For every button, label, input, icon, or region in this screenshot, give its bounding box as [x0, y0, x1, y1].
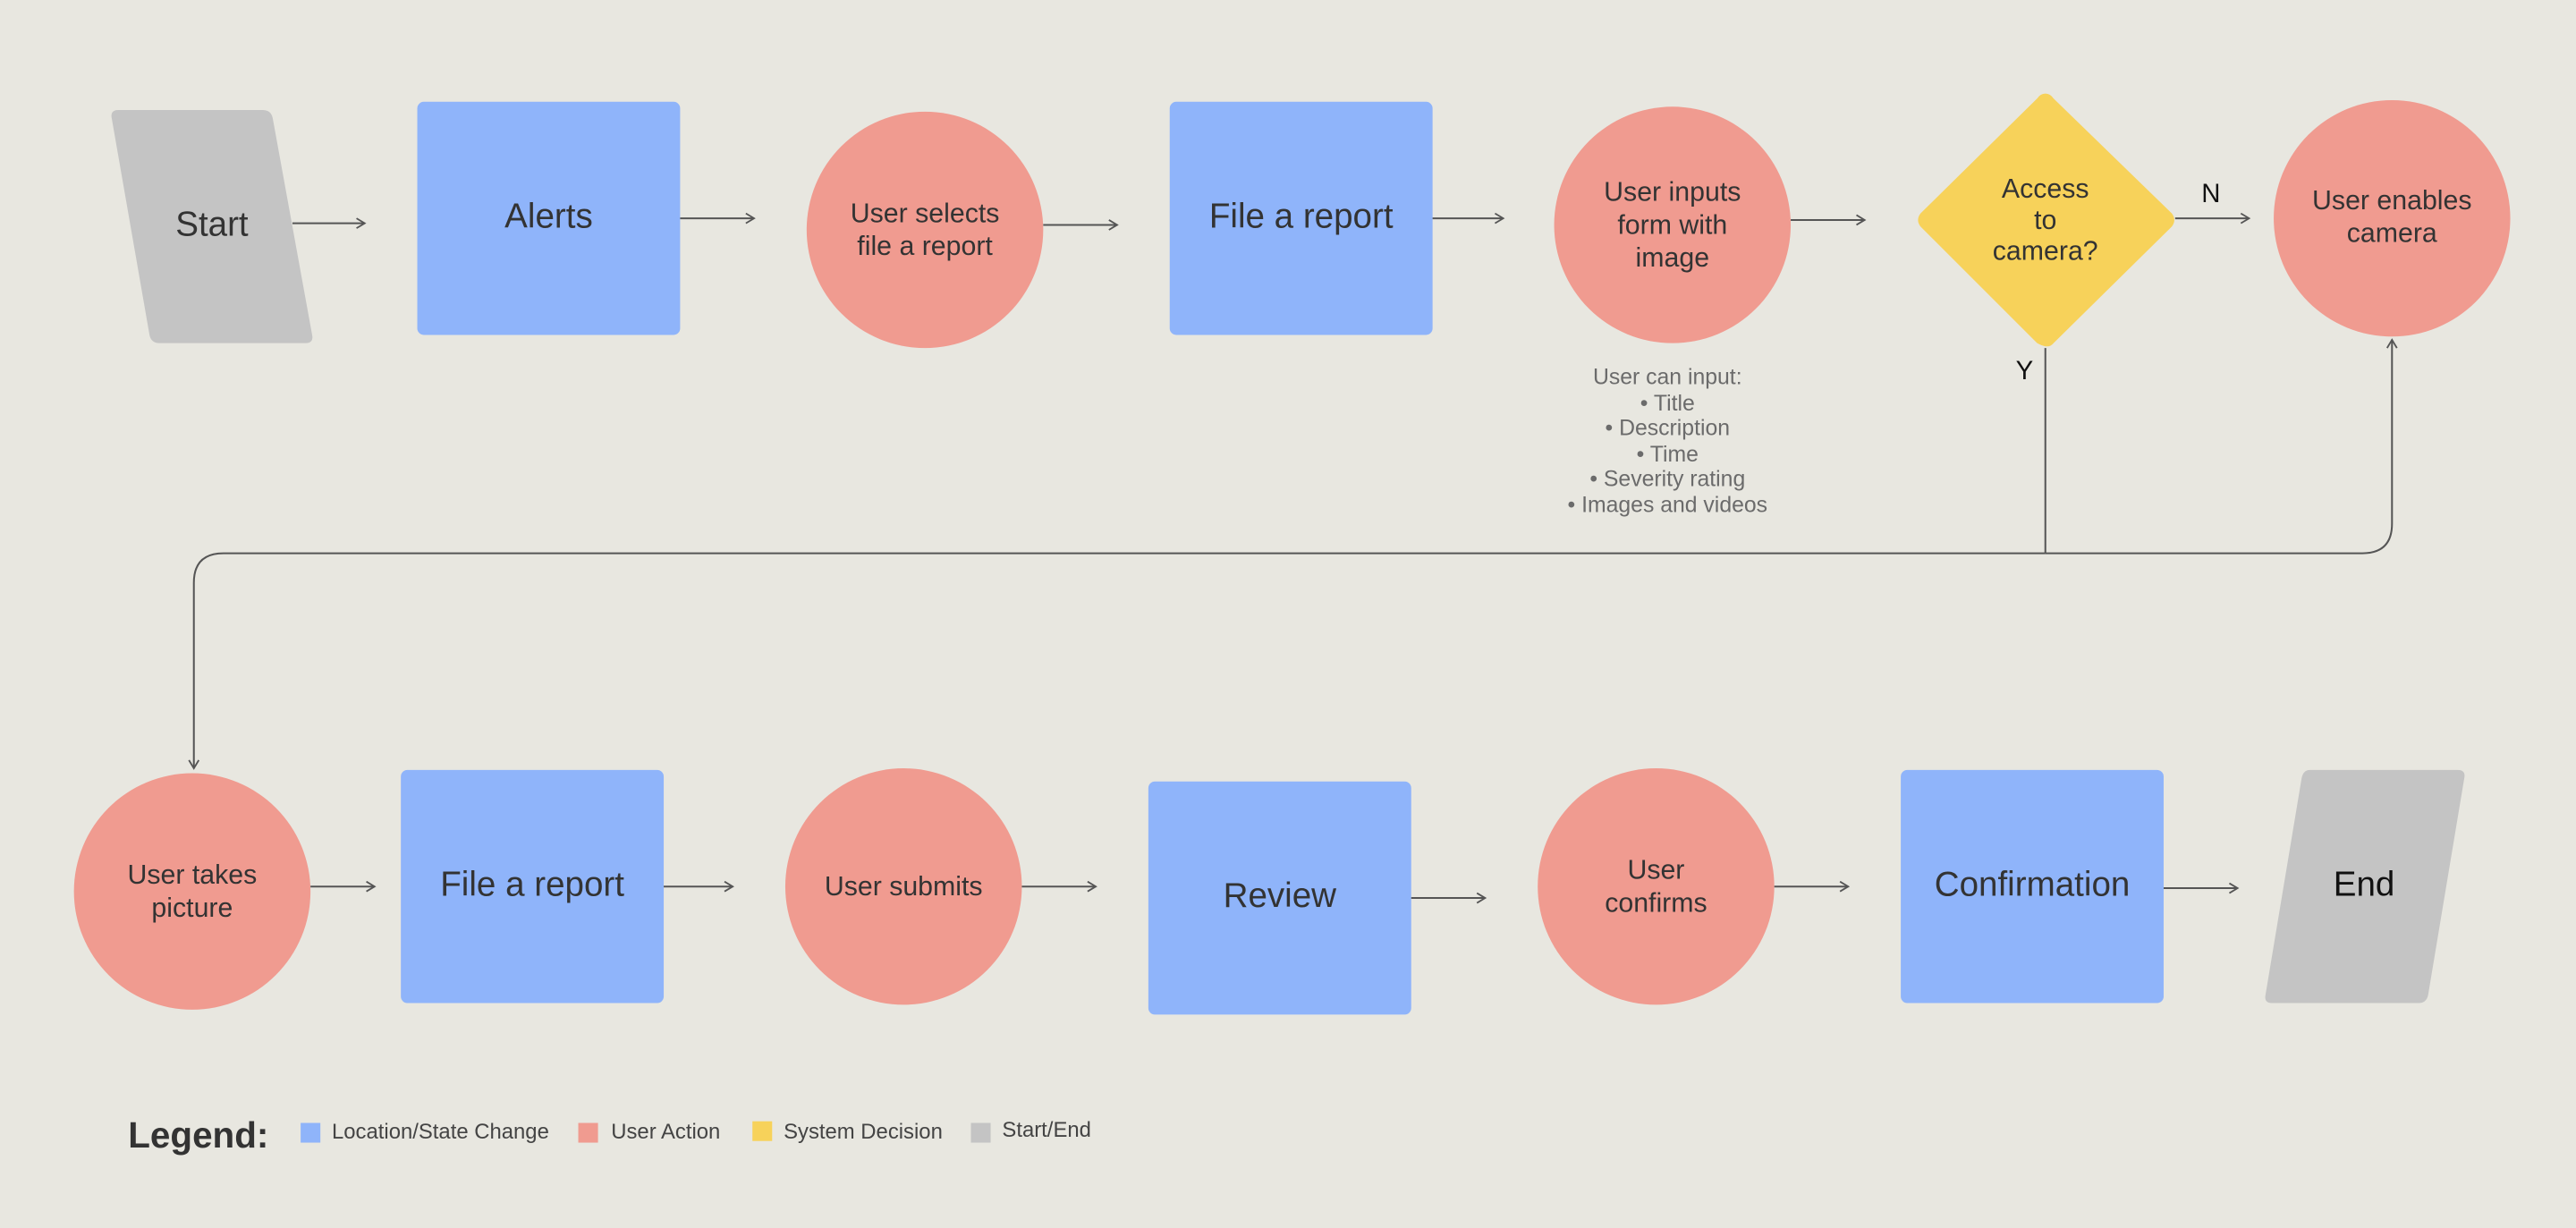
decision-label-3: camera?	[1993, 237, 2098, 267]
input-note: User can input: • Title • Description • …	[1568, 366, 1768, 518]
user-takes-shape	[73, 773, 311, 1010]
note-item: • Title	[1640, 392, 1695, 416]
legend-swatch-location	[301, 1122, 321, 1143]
user-submits-node[interactable]: User submits	[784, 768, 1022, 1005]
note-heading: User can input:	[1593, 366, 1742, 390]
note-item: • Time	[1637, 443, 1699, 467]
end-label: End	[2334, 865, 2395, 903]
user-takes-label-2: picture	[151, 893, 233, 923]
user-inputs-label-3: image	[1636, 243, 1710, 273]
user-inputs-node[interactable]: User inputs form with image	[1554, 106, 1792, 343]
user-takes-node[interactable]: User takes picture	[73, 773, 311, 1010]
user-confirms-label-1: User	[1627, 856, 1684, 885]
flowchart-canvas: Start Alerts User selects file a report …	[73, 93, 2511, 1156]
user-confirms-shape	[1538, 768, 1775, 1005]
user-inputs-label-2: form with	[1617, 210, 1727, 240]
legend-label-start-end: Start/End	[1002, 1118, 1091, 1142]
legend-label-system-decision: System Decision	[784, 1120, 943, 1144]
user-selects-shape	[806, 111, 1044, 349]
legend-title: Legend:	[128, 1114, 268, 1156]
user-selects-label-2: file a report	[857, 232, 993, 261]
decision-label-1: Access	[2002, 174, 2089, 204]
user-enables-node[interactable]: User enables camera	[2274, 99, 2511, 337]
connector-to-user-enables	[2045, 338, 2398, 555]
user-confirms-label-2: confirms	[1605, 888, 1707, 918]
decision-node[interactable]: Access to camera?	[1918, 93, 2174, 347]
user-enables-label-2: camera	[2347, 218, 2437, 248]
end-node[interactable]: End	[2265, 769, 2465, 1004]
connector-to-user-takes	[188, 552, 2046, 770]
confirmation-label: Confirmation	[1935, 865, 2131, 903]
start-node[interactable]: Start	[111, 109, 313, 343]
legend-label-user-action: User Action	[611, 1120, 720, 1144]
user-takes-label-1: User takes	[128, 860, 258, 890]
file-report-2-node[interactable]: File a report	[401, 769, 665, 1004]
decision-label-2: to	[2034, 206, 2056, 235]
user-selects-label-1: User selects	[851, 199, 1000, 228]
legend-swatch-system-decision	[752, 1121, 773, 1141]
user-confirms-node[interactable]: User confirms	[1538, 768, 1775, 1005]
user-selects-node[interactable]: User selects file a report	[806, 111, 1044, 349]
note-item: • Description	[1606, 416, 1730, 440]
branch-label-no: N	[2201, 179, 2220, 208]
alerts-node[interactable]: Alerts	[417, 101, 681, 335]
alerts-label: Alerts	[504, 197, 593, 235]
legend-swatch-start-end	[970, 1122, 991, 1143]
review-node[interactable]: Review	[1148, 781, 1411, 1015]
file-report-1-node[interactable]: File a report	[1169, 101, 1433, 335]
user-submits-label: User submits	[825, 872, 983, 902]
legend-label-location: Location/State Change	[332, 1120, 549, 1144]
user-inputs-label-1: User inputs	[1604, 178, 1741, 207]
note-item: • Severity rating	[1589, 467, 1745, 491]
review-label: Review	[1224, 877, 1337, 915]
start-label: Start	[175, 206, 249, 244]
branch-label-yes: Y	[2016, 356, 2034, 385]
file-report-1-label: File a report	[1209, 197, 1394, 235]
file-report-2-label: File a report	[440, 865, 624, 903]
legend: Legend: Location/State Change User Actio…	[128, 1114, 1091, 1156]
legend-swatch-user-action	[578, 1122, 598, 1143]
confirmation-node[interactable]: Confirmation	[1901, 769, 2164, 1004]
note-item: • Images and videos	[1568, 494, 1768, 518]
user-enables-label-1: User enables	[2312, 186, 2471, 216]
